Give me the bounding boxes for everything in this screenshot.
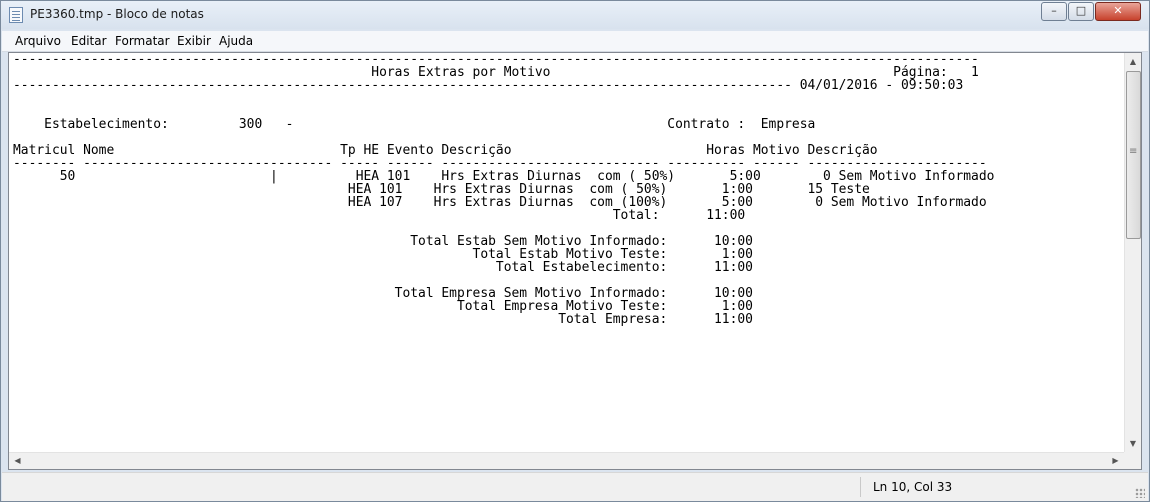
close-button[interactable]: ✕ [1095,2,1141,21]
scroll-left-icon[interactable]: ◀ [9,453,26,469]
scroll-down-icon[interactable]: ▼ [1125,435,1141,452]
notepad-icon [9,7,23,23]
document-line: Total Empresa: 11:00 [13,312,753,327]
horizontal-scrollbar[interactable]: ◀ ▶ [9,452,1124,469]
document-line: Estabelecimento: 300 - Contrato : Empres… [13,117,816,132]
menu-bar: Arquivo Editar Formatar Exibir Ajuda [2,31,1148,52]
menu-arquivo[interactable]: Arquivo [15,34,61,48]
menu-editar[interactable]: Editar [71,34,107,48]
cursor-position: Ln 10, Col 33 [873,480,953,494]
document-line: Total Estabelecimento: 11:00 [13,260,753,275]
scroll-right-icon[interactable]: ▶ [1107,453,1124,469]
scroll-up-icon[interactable]: ▲ [1125,53,1141,70]
status-bar: Ln 10, Col 33 [2,472,1148,501]
window-title: PE3360.tmp - Bloco de notas [30,7,204,21]
document-line: Total: 11:00 [13,208,746,223]
text-editor[interactable]: ----------------------------------------… [8,52,1142,470]
status-divider [860,477,861,497]
minimize-button[interactable]: – [1041,2,1067,21]
vertical-scrollbar[interactable]: ▲ ▼ [1124,53,1141,452]
menu-ajuda[interactable]: Ajuda [219,34,253,48]
document-line: ----------------------------------------… [13,78,964,93]
vertical-scroll-thumb[interactable] [1126,71,1141,239]
menu-exibir[interactable]: Exibir [177,34,211,48]
menu-formatar[interactable]: Formatar [115,34,170,48]
scrollbar-corner [1124,452,1141,469]
notepad-window: PE3360.tmp - Bloco de notas – □ ✕ Arquiv… [0,0,1150,502]
document-text[interactable]: ----------------------------------------… [13,53,994,326]
maximize-button[interactable]: □ [1068,2,1094,21]
title-bar[interactable]: PE3360.tmp - Bloco de notas – □ ✕ [1,1,1149,29]
resize-grip-icon[interactable] [1135,488,1145,498]
